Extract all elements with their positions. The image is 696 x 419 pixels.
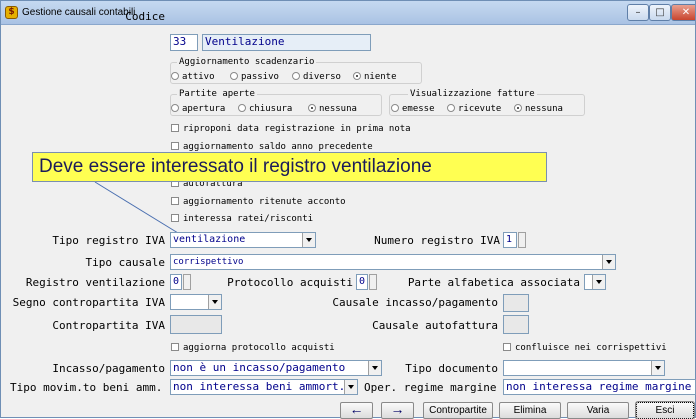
checkbox-ratei[interactable]: interessa ratei/risconti [171, 214, 313, 225]
radio-scadenzario-passivo[interactable]: passivo [230, 72, 279, 83]
incasso-pagamento-label: Incasso/pagamento [52, 362, 165, 375]
app-icon: $ [5, 6, 18, 19]
tipo-registro-iva-select[interactable]: ventilazione [170, 232, 316, 248]
checkbox-icon [171, 197, 179, 205]
tipo-causale-select[interactable]: corrispettivo [170, 254, 616, 270]
chevron-down-icon [302, 233, 315, 247]
radio-selected-icon [514, 104, 522, 112]
protocollo-acquisti-spinner[interactable] [369, 274, 377, 290]
checkbox-corrispettivi[interactable]: confluisce nei corrispettivi [503, 343, 667, 354]
radio-icon [238, 104, 246, 112]
chevron-down-icon [208, 295, 221, 309]
parte-alfabetica-select[interactable] [584, 274, 606, 290]
checkbox-icon [171, 343, 179, 351]
radio-icon [447, 104, 455, 112]
causale-incasso-input[interactable] [503, 294, 529, 312]
checkbox-protocollo-acquisti[interactable]: aggiorna protocollo acquisti [171, 343, 335, 354]
callout-note: Deve essere interessato il registro vent… [32, 152, 547, 182]
radio-scadenzario-diverso[interactable]: diverso [292, 72, 341, 83]
previous-button[interactable]: ← [340, 402, 373, 419]
codice-input[interactable]: 33 [170, 34, 198, 51]
checkbox-ritenute[interactable]: aggiornamento ritenute acconto [171, 197, 346, 208]
protocollo-acquisti-input[interactable]: 0 [356, 274, 368, 290]
checkbox-riproponi[interactable]: riproponi data registrazione in prima no… [171, 124, 411, 135]
partite-caption: Partite aperte [177, 89, 257, 100]
checkbox-icon [503, 343, 511, 351]
numero-registro-iva-spinner[interactable] [518, 232, 526, 248]
protocollo-acquisti-label: Protocollo acquisti [227, 276, 353, 289]
radio-icon [230, 72, 238, 80]
minimize-button[interactable]: – [627, 4, 649, 21]
tipo-causale-label: Tipo causale [85, 256, 165, 269]
tipo-registro-iva-label: Tipo registro IVA [52, 234, 165, 247]
codice-description-input[interactable]: Ventilazione [202, 34, 371, 51]
checkbox-icon [171, 214, 179, 222]
causale-incasso-label: Causale incasso/pagamento [332, 296, 498, 309]
registro-ventilazione-label: Registro ventilazione [25, 276, 165, 289]
tipo-movim-label: Tipo movim.to beni amm. [10, 381, 163, 394]
segno-contropartita-label: Segno contropartita IVA [12, 296, 165, 309]
maximize-button[interactable]: □ [649, 4, 671, 21]
tipo-documento-label: Tipo documento [405, 362, 498, 375]
oper-regime-label: Oper. regime margine [364, 381, 497, 394]
close-button[interactable]: ✕ [671, 4, 695, 21]
causale-autofattura-input[interactable] [503, 315, 529, 334]
contropartita-iva-label: Contropartita IVA [52, 319, 165, 332]
radio-partite-apertura[interactable]: apertura [171, 104, 225, 115]
radio-icon [391, 104, 399, 112]
radio-fatture-nessuna[interactable]: nessuna [514, 104, 563, 115]
fatture-caption: Visualizzazione fatture [408, 89, 537, 100]
scadenzario-caption: Aggiornamento scadenzario [177, 57, 317, 68]
next-button[interactable]: → [381, 402, 414, 419]
chevron-down-icon [344, 380, 357, 394]
causale-autofattura-label: Causale autofattura [372, 319, 498, 332]
tipo-movim-select[interactable]: non interessa beni ammort. [170, 379, 358, 395]
radio-scadenzario-niente[interactable]: niente [353, 72, 397, 83]
radio-icon [171, 104, 179, 112]
radio-icon [171, 72, 179, 80]
oper-regime-select[interactable]: non interessa regime margine [503, 379, 696, 395]
parte-alfabetica-label: Parte alfabetica associata [407, 276, 580, 289]
chevron-down-icon [592, 275, 605, 289]
radio-icon [292, 72, 300, 80]
numero-registro-iva-input[interactable]: 1 [503, 232, 517, 248]
elimina-button[interactable]: Elimina [499, 402, 561, 419]
tipo-documento-select[interactable] [503, 360, 665, 376]
radio-scadenzario-attivo[interactable]: attivo [171, 72, 215, 83]
radio-fatture-emesse[interactable]: emesse [391, 104, 435, 115]
chevron-down-icon [602, 255, 615, 269]
contropartite-button[interactable]: Contropartite [423, 402, 493, 419]
radio-selected-icon [353, 72, 361, 80]
numero-registro-iva-label: Numero registro IVA [374, 234, 500, 247]
registro-ventilazione-input[interactable]: 0 [170, 274, 182, 290]
radio-partite-nessuna[interactable]: nessuna [308, 104, 357, 115]
radio-partite-chiusura[interactable]: chiusura [238, 104, 292, 115]
registro-ventilazione-spinner[interactable] [183, 274, 191, 290]
esci-button[interactable]: Esci [635, 401, 695, 419]
chevron-down-icon [368, 361, 381, 375]
radio-fatture-ricevute[interactable]: ricevute [447, 104, 501, 115]
incasso-pagamento-select[interactable]: non è un incasso/pagamento [170, 360, 382, 376]
codice-label: Codice [125, 10, 165, 23]
checkbox-icon [171, 142, 179, 150]
segno-contropartita-select[interactable] [170, 294, 222, 310]
chevron-down-icon [651, 361, 664, 375]
contropartita-iva-input[interactable] [170, 315, 222, 334]
checkbox-icon [171, 124, 179, 132]
varia-button[interactable]: Varia [567, 402, 629, 419]
radio-selected-icon [308, 104, 316, 112]
